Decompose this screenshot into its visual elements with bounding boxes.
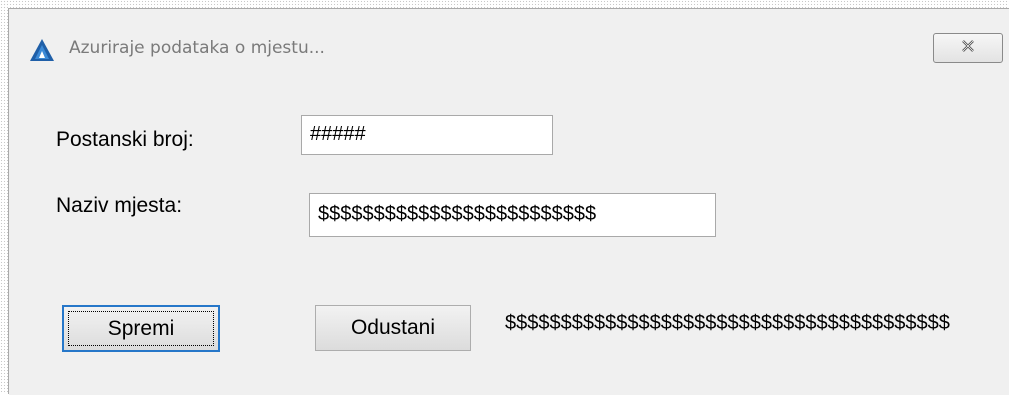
close-button[interactable] bbox=[933, 33, 1003, 63]
postal-code-label: Postanski broj: bbox=[56, 128, 194, 151]
dialog-window: Azuriraje podataka o mjestu... Postanski… bbox=[8, 8, 1009, 395]
place-name-label: Naziv mjesta: bbox=[56, 194, 183, 217]
background-pattern-left bbox=[0, 0, 8, 394]
cancel-button-label: Odustani bbox=[350, 316, 436, 339]
postal-code-input[interactable]: ##### bbox=[301, 115, 553, 155]
focus-rectangle bbox=[68, 311, 214, 346]
dialog-body: Postanski broj: ##### Naziv mjesta: $$$$… bbox=[9, 83, 1009, 395]
status-message: $$$$$$$$$$$$$$$$$$$$$$$$$$$$$$$$$$$$$$$$ bbox=[505, 312, 950, 334]
cancel-button[interactable]: Odustani bbox=[315, 305, 471, 351]
app-triangle-icon bbox=[29, 37, 55, 63]
title-bar[interactable]: Azuriraje podataka o mjestu... bbox=[9, 9, 1009, 83]
place-name-input[interactable]: $$$$$$$$$$$$$$$$$$$$$$$$$ bbox=[309, 193, 716, 237]
close-icon bbox=[959, 39, 977, 58]
background-pattern-top bbox=[0, 0, 1009, 8]
window-title: Azuriraje podataka o mjestu... bbox=[69, 38, 325, 58]
save-button[interactable]: Spremi bbox=[62, 305, 220, 352]
